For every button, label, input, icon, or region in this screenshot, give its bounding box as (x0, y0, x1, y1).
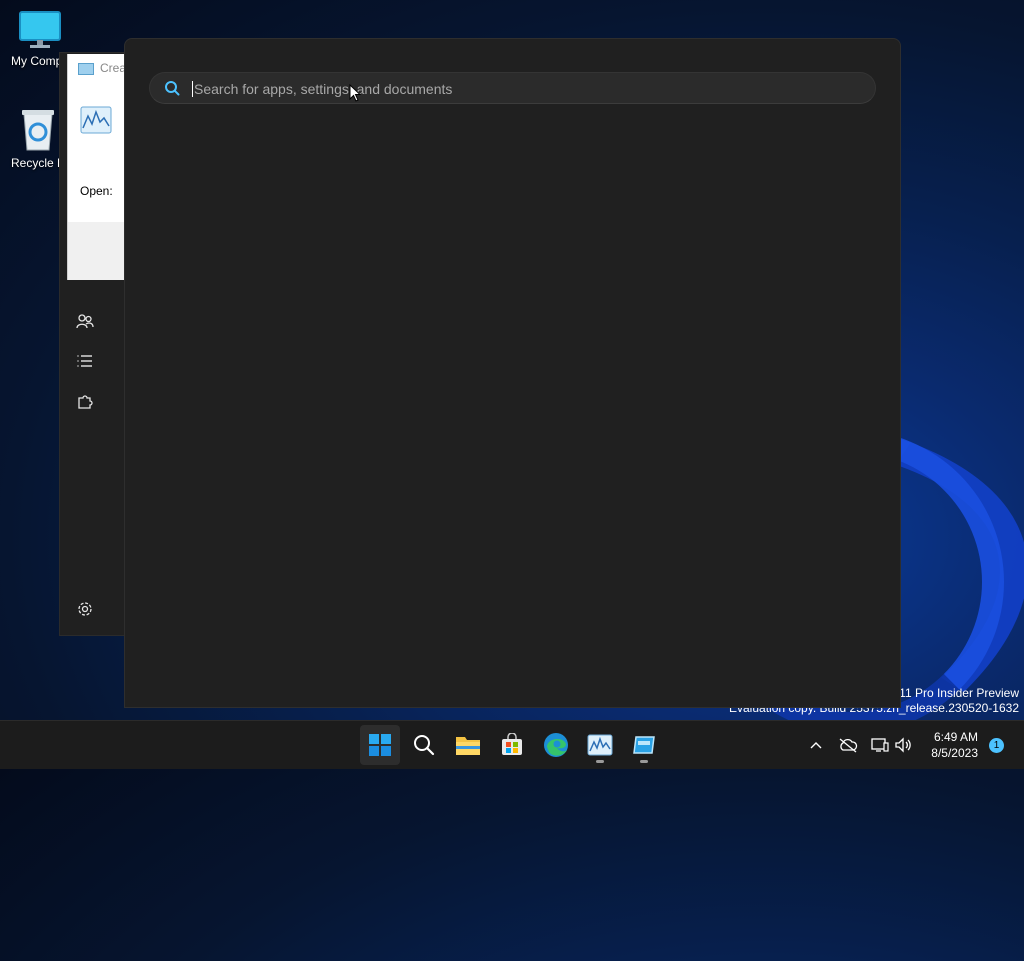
search-box[interactable] (149, 72, 876, 104)
recycle-bin-icon (22, 110, 54, 151)
desktop-icon-label: Recycle B (10, 156, 66, 170)
volume-icon (895, 737, 911, 753)
taskbar-clock[interactable]: 6:49 AM 8/5/2023 (931, 729, 978, 761)
puzzle-icon[interactable] (76, 393, 94, 411)
onedrive-tray-button[interactable] (836, 721, 860, 769)
volume-tray-button[interactable] (892, 721, 914, 769)
running-indicator (640, 760, 648, 763)
run-icon (78, 62, 94, 75)
search-input[interactable] (192, 77, 856, 101)
taskbar-store[interactable] (492, 725, 532, 765)
clock-time: 6:49 AM (933, 730, 978, 744)
taskbar: 6:49 AM 8/5/2023 1 (0, 720, 1024, 769)
cloud-offline-icon (839, 738, 858, 753)
file-explorer-icon (456, 737, 480, 755)
run-dialog-icon (633, 736, 655, 754)
people-icon[interactable] (76, 312, 94, 330)
notification-badge[interactable]: 1 (989, 738, 1004, 753)
taskbar-file-explorer[interactable] (448, 725, 488, 765)
network-tray-button[interactable] (868, 721, 892, 769)
edge-icon (544, 733, 568, 757)
taskbar-edge[interactable] (536, 725, 576, 765)
resource-monitor-icon (80, 106, 112, 134)
search-flyout (124, 38, 901, 708)
show-hidden-icons-button[interactable] (806, 721, 826, 769)
network-icon (871, 738, 889, 752)
run-open-label: Open: (80, 184, 113, 198)
settings-gear-icon[interactable] (76, 601, 94, 619)
start-icon (369, 734, 391, 756)
chevron-up-icon (810, 742, 822, 749)
monitor-icon (19, 11, 61, 48)
store-icon (502, 733, 522, 755)
taskbar-run-dialog[interactable] (624, 725, 664, 765)
running-indicator (596, 760, 604, 763)
clock-date: 8/5/2023 (931, 746, 978, 760)
search-icon (414, 735, 435, 756)
taskbar-search-button[interactable] (404, 725, 444, 765)
list-icon[interactable] (76, 352, 94, 370)
search-icon (165, 81, 180, 96)
resource-monitor-icon (587, 734, 613, 756)
watermark-edition: s 11 Pro Insider Preview (889, 686, 1019, 700)
taskbar-resource-monitor[interactable] (580, 725, 620, 765)
start-button[interactable] (360, 725, 400, 765)
mouse-cursor-icon (349, 84, 361, 102)
